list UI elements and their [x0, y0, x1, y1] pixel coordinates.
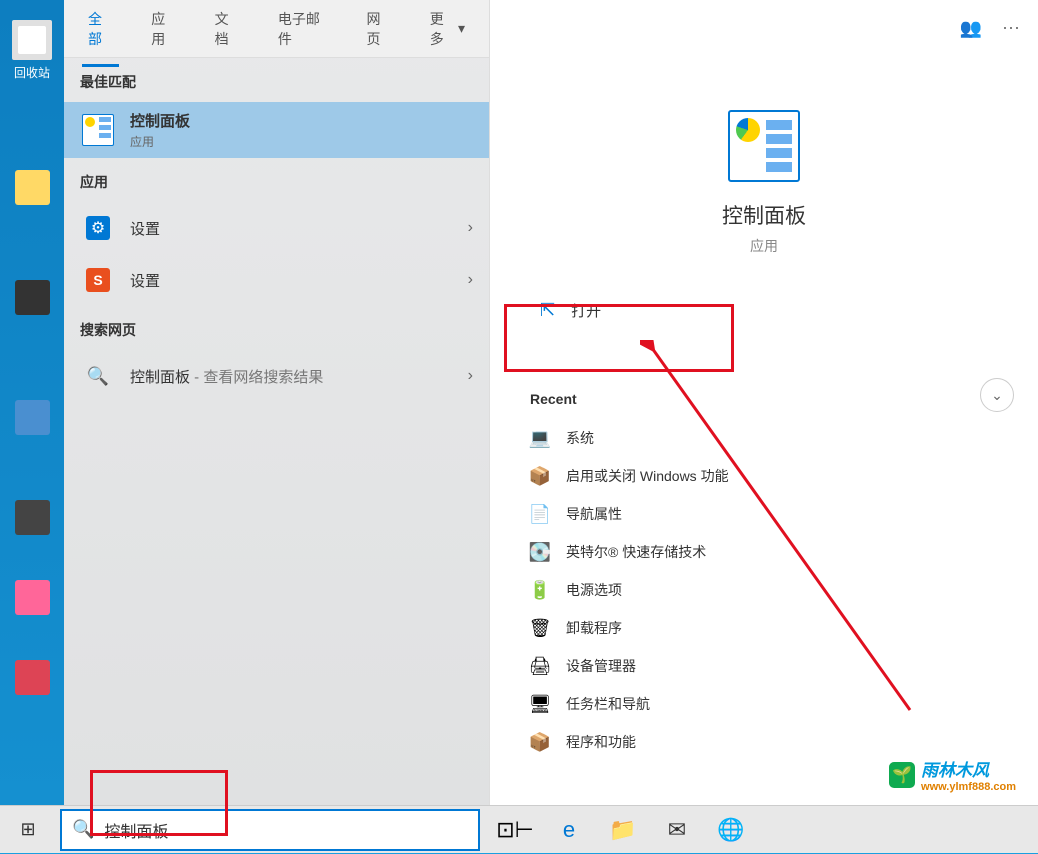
taskbar: ⊞ 🔍 ⊡⊢ e 📁 ✉ 🌐 — [0, 805, 1038, 853]
explorer-icon[interactable]: 📁 — [600, 806, 646, 854]
result-settings-1[interactable]: ⚙ 设置 › — [64, 202, 489, 254]
chevron-down-icon: ▾ — [458, 20, 465, 37]
watermark-name: 雨林木风 — [921, 756, 1016, 781]
recent-device-manager[interactable]: 🖨设备管理器 — [490, 647, 1038, 685]
logo-icon: 🌱 — [889, 762, 915, 788]
search-icon: 🔍 — [88, 366, 108, 386]
result-web-search[interactable]: 🔍 控制面板 - 查看网络搜索结果 › — [64, 350, 489, 402]
device-icon: 🖨 — [530, 656, 550, 676]
power-icon: 🔋 — [530, 580, 550, 600]
chevron-right-icon: › — [468, 219, 473, 237]
sogou-icon: S — [86, 268, 110, 292]
browser-icon[interactable]: 🌐 — [708, 806, 754, 854]
desktop-icon[interactable] — [15, 170, 50, 205]
disk-icon: 💽 — [530, 542, 550, 562]
mail-icon[interactable]: ✉ — [654, 806, 700, 854]
recycle-bin-label: 回收站 — [12, 64, 52, 81]
chevron-down-icon: ⌄ — [991, 387, 1003, 404]
chevron-right-icon: › — [468, 271, 473, 289]
recent-header: Recent — [490, 345, 1038, 419]
desktop-icon[interactable] — [15, 660, 50, 695]
recycle-bin[interactable]: 回收站 — [12, 20, 52, 81]
gear-icon: ⚙ — [86, 216, 110, 240]
desktop-icon[interactable] — [15, 400, 50, 435]
result-title: 设置 — [130, 218, 454, 239]
expand-button[interactable]: ⌄ — [980, 378, 1014, 412]
result-settings-2[interactable]: S 设置 › — [64, 254, 489, 306]
start-button[interactable]: ⊞ — [0, 806, 56, 854]
watermark: 🌱 雨林木风 www.ylmf888.com — [881, 752, 1024, 797]
recent-windows-features[interactable]: 📦启用或关闭 Windows 功能 — [490, 457, 1038, 495]
search-box[interactable]: 🔍 — [60, 809, 480, 851]
result-title: 设置 — [130, 270, 454, 291]
uninstall-icon: 🗑 — [530, 618, 550, 638]
chevron-right-icon: › — [468, 367, 473, 385]
result-title: 控制面板 - 查看网络搜索结果 — [130, 366, 454, 387]
box-icon: 📦 — [530, 466, 550, 486]
tab-email[interactable]: 电子邮件 — [272, 0, 335, 67]
watermark-url: www.ylmf888.com — [921, 781, 1016, 793]
open-icon: ⇱ — [540, 300, 555, 321]
results-list-pane: 全部 应用 文档 电子邮件 网页 更多▾ 最佳匹配 控制面板 应用 应用 ⚙ 设… — [64, 0, 490, 805]
open-label: 打开 — [571, 300, 601, 321]
result-subtitle: 应用 — [130, 133, 473, 150]
result-control-panel[interactable]: 控制面板 应用 — [64, 102, 489, 158]
taskbar-icon: 🖥 — [530, 694, 550, 714]
desktop-icon[interactable] — [15, 580, 50, 615]
open-action[interactable]: ⇱ 打开 — [510, 286, 1018, 335]
search-input[interactable] — [104, 821, 468, 839]
search-icon: 🔍 — [72, 819, 94, 840]
detail-title: 控制面板 — [490, 200, 1038, 230]
control-panel-icon — [80, 112, 116, 148]
detail-pane: 👥 ⋯ 控制面板 应用 ⇱ 打开 ⌄ Recent 💻系统 📦启用或关闭 Win… — [490, 0, 1038, 805]
result-title: 控制面板 — [130, 110, 473, 131]
filter-tabs: 全部 应用 文档 电子邮件 网页 更多▾ — [64, 0, 489, 58]
desktop-icon[interactable] — [15, 280, 50, 315]
recent-taskbar-nav[interactable]: 🖥任务栏和导航 — [490, 685, 1038, 723]
recent-uninstall[interactable]: 🗑卸载程序 — [490, 609, 1038, 647]
control-panel-icon — [728, 110, 800, 182]
detail-subtitle: 应用 — [490, 236, 1038, 256]
tab-all[interactable]: 全部 — [82, 0, 119, 67]
recent-nav-properties[interactable]: 📄导航属性 — [490, 495, 1038, 533]
monitor-icon: 💻 — [530, 428, 550, 448]
windows-icon: ⊞ — [20, 819, 35, 840]
desktop-icon[interactable] — [15, 500, 50, 535]
task-view-button[interactable]: ⊡⊢ — [492, 806, 538, 854]
recycle-bin-icon — [12, 20, 52, 60]
feedback-icon[interactable]: 👥 — [960, 18, 982, 39]
tab-docs[interactable]: 文档 — [209, 0, 246, 67]
search-results-panel: 全部 应用 文档 电子邮件 网页 更多▾ 最佳匹配 控制面板 应用 应用 ⚙ 设… — [64, 0, 1038, 805]
properties-icon: 📄 — [530, 504, 550, 524]
recent-power-options[interactable]: 🔋电源选项 — [490, 571, 1038, 609]
edge-icon[interactable]: e — [546, 806, 592, 854]
programs-icon: 📦 — [530, 732, 550, 752]
tab-apps[interactable]: 应用 — [145, 0, 182, 67]
recent-system[interactable]: 💻系统 — [490, 419, 1038, 457]
web-header: 搜索网页 — [64, 306, 489, 350]
recent-intel-storage[interactable]: 💽英特尔® 快速存储技术 — [490, 533, 1038, 571]
apps-header: 应用 — [64, 158, 489, 202]
more-icon[interactable]: ⋯ — [1002, 18, 1020, 39]
tab-more[interactable]: 更多▾ — [424, 0, 471, 67]
tab-web[interactable]: 网页 — [360, 0, 397, 67]
